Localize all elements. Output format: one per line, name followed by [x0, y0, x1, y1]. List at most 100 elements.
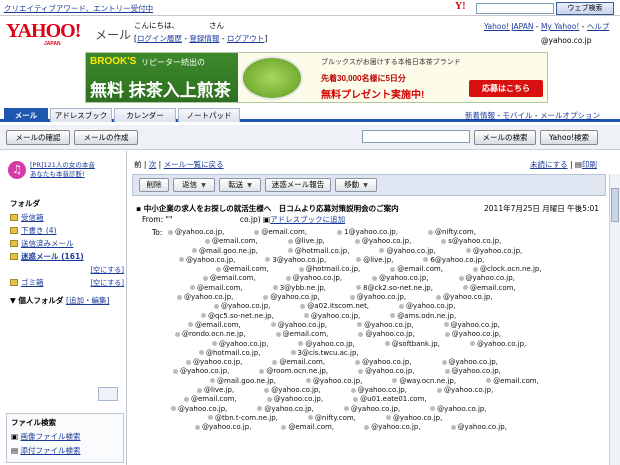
- recipient-address[interactable]: @yahoo.co.jp,: [303, 312, 360, 321]
- recipient-address[interactable]: @yahoo.co.jp,: [465, 247, 522, 256]
- folder-sent[interactable]: 送信済みメール: [10, 238, 124, 251]
- empty-trash-link[interactable]: [空にする]: [90, 277, 124, 289]
- forward-dropdown-icon[interactable]: ▼: [247, 182, 252, 189]
- recipient-address[interactable]: @mail.goo.ne.jp,: [192, 247, 258, 256]
- recipient-address[interactable]: @yahoo.co.jp,: [257, 405, 314, 414]
- tab-mail[interactable]: メール: [4, 108, 48, 122]
- tab-calendar[interactable]: カレンダー: [114, 108, 176, 122]
- empty-spam-link[interactable]: [空にする]: [90, 264, 124, 276]
- scrollbar[interactable]: [609, 174, 620, 465]
- recipient-address[interactable]: @yahoo.co.jp,: [458, 274, 515, 283]
- news-link[interactable]: 新着情報: [465, 111, 495, 120]
- move-dropdown-icon[interactable]: ▼: [363, 182, 368, 189]
- image-file-search-link[interactable]: 画像ファイル検索: [20, 432, 80, 441]
- mark-unread-link[interactable]: 未読にする: [530, 160, 568, 169]
- sidebar-promo[interactable]: ♫ [PR]121人の女の本音 あなたも本音診断!: [8, 161, 124, 183]
- recipient-address[interactable]: @yahoo.co.jp,: [214, 302, 270, 311]
- forward-button[interactable]: 転送 ▼: [219, 178, 261, 192]
- folder-trash[interactable]: ゴミ箱 [空にする]: [10, 277, 124, 290]
- mobile-link[interactable]: モバイル: [502, 111, 532, 120]
- recipient-address[interactable]: @yahoo.co.jp,: [350, 386, 407, 395]
- recipient-address[interactable]: @mail.goo.ne.jp,: [210, 377, 276, 386]
- recipient-address[interactable]: @yahoo.co.jp,: [358, 330, 415, 339]
- recipient-address[interactable]: @email.com,: [203, 274, 256, 283]
- recipient-address[interactable]: 3@cis.twcu.ac.jp,: [290, 349, 359, 358]
- folder-panel-toggle[interactable]: [98, 387, 118, 401]
- banner-cta-button[interactable]: 応募はこちら: [469, 80, 543, 97]
- recipient-address[interactable]: @email.com,: [205, 237, 258, 246]
- recipient-address[interactable]: @yahoo.co.jp,: [212, 340, 268, 349]
- recipient-address[interactable]: @yahoo.co.jp,: [354, 237, 411, 246]
- recipient-address[interactable]: 1@yahoo.co.jp,: [337, 228, 398, 237]
- web-search-button[interactable]: ウェブ検索: [556, 2, 614, 15]
- recipient-address[interactable]: @yahoo.co.jp,: [430, 405, 487, 414]
- recipient-address[interactable]: @yahoo.co.jp,: [305, 377, 362, 386]
- recipient-address[interactable]: @live.jp,: [356, 256, 393, 265]
- recipient-address[interactable]: @yahoo.co.jp,: [469, 340, 526, 349]
- recipient-address[interactable]: @email.com,: [254, 228, 307, 237]
- spam-report-button[interactable]: 迷惑メール報告: [265, 178, 331, 192]
- recipient-address[interactable]: @yahoo.co.jp,: [270, 321, 327, 330]
- recipient-address[interactable]: @yahoo.co.jp,: [357, 321, 414, 330]
- recipient-address[interactable]: @a02.itscom.net,: [300, 302, 369, 311]
- logout-link[interactable]: ログアウト: [227, 34, 265, 43]
- recipient-address[interactable]: @softbank.jp,: [384, 340, 440, 349]
- recipient-address[interactable]: s@yahoo.co.jp,: [441, 237, 501, 246]
- recipient-address[interactable]: @email.com,: [462, 284, 516, 293]
- recipient-address[interactable]: @yahoo.co.jp,: [195, 423, 251, 432]
- recipient-address[interactable]: @yahoo.co.jp,: [436, 293, 493, 302]
- login-history-link[interactable]: ログイン履歴: [137, 34, 182, 43]
- my-yahoo-link[interactable]: My Yahoo!: [541, 22, 579, 31]
- recipient-address[interactable]: 3@ybb.ne.jp,: [272, 284, 326, 293]
- recipient-address[interactable]: @yahoo.co.jp,: [264, 386, 321, 395]
- next-link[interactable]: 次: [149, 160, 157, 169]
- recipient-address[interactable]: @rondo.ocn.ne.jp,: [175, 330, 246, 339]
- recipient-address[interactable]: @yahoo.co.jp,: [443, 321, 500, 330]
- recipient-address[interactable]: @yahoo.co.jp,: [171, 405, 227, 414]
- recipient-address[interactable]: @email.com,: [390, 265, 443, 274]
- recipient-address[interactable]: @yahoo.co.jp,: [358, 367, 415, 376]
- recipient-address[interactable]: @email.com,: [275, 330, 328, 339]
- recipient-address[interactable]: @hotmail.co.jp,: [298, 265, 360, 274]
- back-to-list-link[interactable]: メール一覧に戻る: [164, 160, 224, 169]
- recipient-address[interactable]: @u01.eate01.com,: [353, 395, 427, 404]
- recipient-address[interactable]: @yahoo.co.jp,: [399, 302, 455, 311]
- promo-link[interactable]: クリエイティブアワード、エントリー受付中: [4, 3, 153, 14]
- folder-spam[interactable]: 迷惑メール (161): [10, 251, 124, 264]
- mail-search-button[interactable]: メールの検索: [474, 130, 536, 145]
- yahoo-logo[interactable]: YAHOO!: [6, 20, 81, 43]
- recipient-address[interactable]: @yahoo.co.jp,: [173, 367, 229, 376]
- recipient-address[interactable]: @email.com,: [272, 358, 325, 367]
- recipient-address[interactable]: 6@yahoo.co.jp,: [423, 256, 484, 265]
- recipient-address[interactable]: @yahoo.co.jp,: [168, 228, 224, 237]
- recipient-address[interactable]: @yahoo.co.jp,: [372, 274, 429, 283]
- recipient-address[interactable]: @live.jp,: [287, 237, 325, 246]
- recipient-address[interactable]: @hotmail.co.jp,: [199, 349, 261, 358]
- recipient-address[interactable]: @yahoo.co.jp,: [186, 358, 242, 367]
- recipient-address[interactable]: @yahoo.co.jp,: [379, 247, 436, 256]
- recipient-address[interactable]: @yahoo.co.jp,: [444, 367, 501, 376]
- folder-inbox[interactable]: 受信箱: [10, 212, 124, 225]
- recipient-address[interactable]: @yahoo.co.jp,: [450, 423, 507, 432]
- recipient-address[interactable]: @yahoo.co.jp,: [385, 414, 442, 423]
- recipient-address[interactable]: @clock.ocn.ne.jp,: [472, 265, 542, 274]
- recipient-address[interactable]: @nifty.com,: [427, 228, 476, 237]
- recipient-address[interactable]: @email.com,: [190, 284, 243, 293]
- promo-line2[interactable]: あなたも本音診断!: [30, 170, 85, 178]
- recipient-address[interactable]: 8@ck2.so-net.ne.jp,: [356, 284, 433, 293]
- recipient-address[interactable]: @hotmail.co.jp,: [287, 247, 349, 256]
- recipient-address[interactable]: @yahoo.co.jp,: [343, 405, 400, 414]
- mail-option-link[interactable]: メールオプション: [540, 111, 600, 120]
- recipient-address[interactable]: @yahoo.co.jp,: [298, 340, 355, 349]
- banner-ad[interactable]: BROOK'S リピーター続出の 無料 抹茶入上煎茶 ブルックスがお届けする本格…: [85, 52, 548, 103]
- recipient-address[interactable]: @nifty.com,: [307, 414, 356, 423]
- attachment-search-link[interactable]: 添付ファイル検索: [20, 446, 80, 455]
- recipient-address[interactable]: @email.com,: [216, 265, 269, 274]
- reply-dropdown-icon[interactable]: ▼: [201, 182, 206, 189]
- recipient-address[interactable]: @yahoo.co.jp,: [355, 358, 412, 367]
- recipient-address[interactable]: @way.ocn.ne.jp,: [392, 377, 456, 386]
- recipient-address[interactable]: 3@yahoo.co.jp,: [265, 256, 326, 265]
- move-button[interactable]: 移動 ▼: [335, 178, 377, 192]
- recipient-address[interactable]: @email.com,: [188, 321, 241, 330]
- recipient-address[interactable]: @tbn.t-com.ne.jp,: [208, 414, 278, 423]
